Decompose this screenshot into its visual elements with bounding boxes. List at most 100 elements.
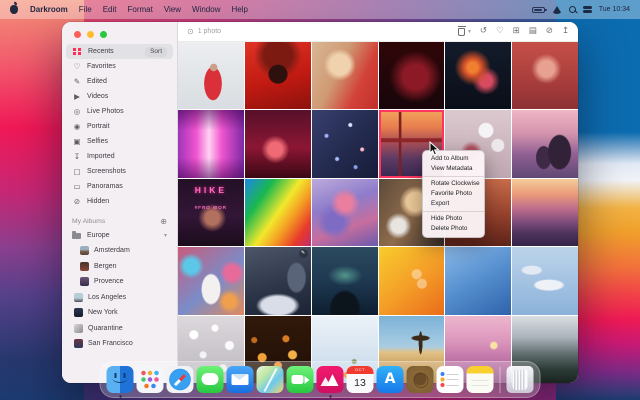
photo-thumbnail[interactable] <box>245 42 311 109</box>
photo-thumbnail[interactable] <box>178 110 244 177</box>
dock-maps[interactable] <box>257 366 284 393</box>
photo-thumbnail[interactable] <box>312 42 378 109</box>
photo-thumbnail[interactable] <box>312 247 378 314</box>
sidebar-album-provence[interactable]: Provence <box>62 274 177 290</box>
photo-thumbnail[interactable] <box>178 247 244 314</box>
context-item-delete-photo[interactable]: Delete Photo <box>423 224 484 234</box>
sidebar-album-san-francisco[interactable]: San Francisco <box>62 336 177 352</box>
photo-thumbnail[interactable] <box>512 247 578 314</box>
facetime-icon <box>287 366 314 393</box>
sidebar-album-los-angeles[interactable]: Los Angeles <box>62 290 177 306</box>
album-label: Amsterdam <box>94 247 130 254</box>
photo-thumbnail[interactable] <box>512 179 578 246</box>
spotlight-search-icon[interactable] <box>569 6 576 13</box>
rotate-icon[interactable]: ↺ <box>480 27 487 36</box>
sidebar-album-amsterdam[interactable]: Amsterdam <box>62 243 177 259</box>
battery-icon[interactable] <box>532 7 545 13</box>
dock-trash[interactable] <box>507 366 534 393</box>
photo-thumbnail[interactable] <box>245 110 311 177</box>
sidebar-folder-europe[interactable]: Europe ▾ <box>62 228 177 243</box>
sidebar-album-new-york[interactable]: New York <box>62 305 177 321</box>
sidebar-item-selfies[interactable]: ▣ Selfies <box>66 134 173 149</box>
chevron-down-icon[interactable]: ▾ <box>164 232 167 239</box>
dock-notes[interactable] <box>467 366 494 393</box>
dock-game-center[interactable] <box>407 366 434 393</box>
dock-mail[interactable] <box>227 366 254 393</box>
close-button[interactable] <box>74 31 81 38</box>
menu-help[interactable]: Help <box>231 5 247 14</box>
photo-thumbnail[interactable] <box>245 179 311 246</box>
context-item-rotate-clockwise[interactable]: Rotate Clockwise <box>423 179 484 189</box>
sidebar-item-label: Portrait <box>87 123 110 130</box>
photo-thumbnail[interactable] <box>379 42 445 109</box>
add-to-album-icon[interactable]: ⊞ <box>513 27 520 36</box>
sidebar-item-recents[interactable]: Recents Sort <box>66 44 173 59</box>
menu-window[interactable]: Window <box>192 5 220 14</box>
menu-bar-clock[interactable]: Tue 10:34 <box>599 6 630 13</box>
context-item-view-metadata[interactable]: View Metadata <box>423 164 484 174</box>
live-photo-icon: ◎ <box>72 108 82 116</box>
photo-thumbnail[interactable] <box>312 179 378 246</box>
sidebar-item-videos[interactable]: ▶ Videos <box>66 89 173 104</box>
control-center-icon[interactable] <box>583 6 592 13</box>
sidebar-item-hidden[interactable]: ⊘ Hidden <box>66 194 173 209</box>
trash-icon[interactable] <box>458 28 465 36</box>
sort-button[interactable]: Sort <box>145 47 167 57</box>
sidebar-item-portrait[interactable]: ◉ Portrait <box>66 119 173 134</box>
share-icon[interactable]: ↥ <box>562 27 569 36</box>
photo-thumbnail[interactable] <box>379 247 445 314</box>
trash-chevron-icon[interactable]: ▾ <box>468 29 471 35</box>
dock-app-store[interactable]: A <box>377 366 404 393</box>
hide-icon[interactable]: ⊘ <box>546 27 553 36</box>
sidebar-item-panoramas[interactable]: ▭ Panoramas <box>66 179 173 194</box>
dock-darkroom[interactable] <box>317 366 344 393</box>
sidebar-album-quarantine[interactable]: Quarantine <box>62 321 177 337</box>
sidebar-item-edited[interactable]: ✎ Edited <box>66 74 173 89</box>
dock-calendar[interactable]: OCT 13 <box>347 366 374 393</box>
context-item-favorite-photo[interactable]: Favorite Photo <box>423 189 484 199</box>
hidden-icon: ⊘ <box>72 198 82 206</box>
play-icon: ▶ <box>72 93 82 101</box>
photo-thumbnail[interactable]: ✎ <box>245 247 311 314</box>
context-item-hide-photo[interactable]: Hide Photo <box>423 214 484 224</box>
photo-thumbnail[interactable] <box>312 110 378 177</box>
sidebar-item-imported[interactable]: ↧ Imported <box>66 149 173 164</box>
sidebar-item-live-photos[interactable]: ◎ Live Photos <box>66 104 173 119</box>
context-menu: Add to Album View Metadata Rotate Clockw… <box>422 150 485 238</box>
photo-thumbnail[interactable]: HIKE #FRO WOR <box>178 179 244 246</box>
dock-launchpad[interactable] <box>137 366 164 393</box>
context-item-export[interactable]: Export <box>423 199 484 209</box>
favorite-icon[interactable]: ♡ <box>496 27 504 36</box>
dock-safari[interactable] <box>167 366 194 393</box>
apple-menu-icon[interactable] <box>10 5 18 14</box>
menu-app-name[interactable]: Darkroom <box>30 5 68 14</box>
metadata-icon[interactable]: ▤ <box>529 27 537 36</box>
sidebar-item-label: Live Photos <box>87 108 124 115</box>
add-album-icon[interactable]: ⊕ <box>160 217 167 226</box>
dock-facetime[interactable] <box>287 366 314 393</box>
menu-file[interactable]: File <box>79 5 92 14</box>
photo-thumbnail[interactable] <box>445 247 511 314</box>
zoom-button[interactable] <box>100 31 107 38</box>
sidebar-album-bergen[interactable]: Bergen <box>62 259 177 275</box>
sidebar-item-label: Favorites <box>87 63 116 70</box>
mail-icon <box>227 366 254 393</box>
selection-icon[interactable]: ⊙ <box>187 27 194 36</box>
dock-messages[interactable] <box>197 366 224 393</box>
photo-thumbnail[interactable] <box>512 42 578 109</box>
menu-view[interactable]: View <box>164 5 181 14</box>
wifi-icon[interactable] <box>552 6 562 14</box>
dock-finder[interactable] <box>107 366 134 393</box>
photo-thumbnail[interactable] <box>445 42 511 109</box>
photo-thumbnail[interactable] <box>178 42 244 109</box>
edited-badge-icon: ✎ <box>299 249 308 258</box>
photo-grid: HIKE #FRO WOR ✎ <box>178 42 578 383</box>
menu-format[interactable]: Format <box>127 5 152 14</box>
menu-edit[interactable]: Edit <box>103 5 117 14</box>
mouse-cursor <box>429 141 440 156</box>
photo-thumbnail[interactable] <box>512 110 578 177</box>
dock-reminders[interactable] <box>437 366 464 393</box>
sidebar-item-favorites[interactable]: ♡ Favorites <box>66 59 173 74</box>
minimize-button[interactable] <box>87 31 94 38</box>
sidebar-item-screenshots[interactable]: ▢ Screenshots <box>66 164 173 179</box>
